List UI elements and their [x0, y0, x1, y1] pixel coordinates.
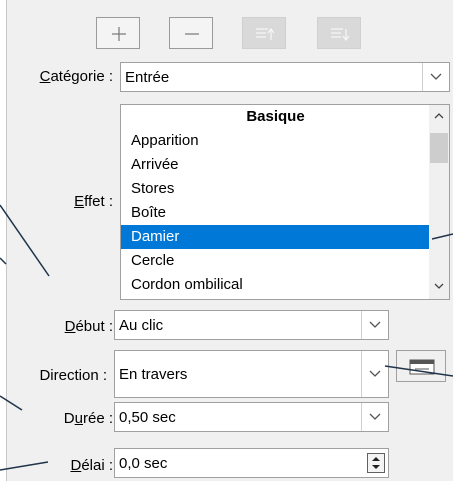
category-dropdown-button[interactable] — [422, 63, 449, 91]
move-down-button[interactable] — [317, 17, 361, 49]
effect-options-button[interactable] — [396, 350, 446, 382]
move-down-icon — [331, 28, 350, 41]
duration-value: 0,50 sec — [119, 409, 176, 426]
category-label: Catégorie : — [39, 68, 113, 85]
spin-arrows-icon — [372, 457, 380, 469]
start-select[interactable]: Au clic — [114, 310, 389, 340]
direction-value: En travers — [119, 366, 188, 383]
effect-group-header: Basique — [246, 108, 305, 125]
start-dropdown-button[interactable] — [361, 311, 388, 339]
delay-field[interactable]: 0,0 sec — [114, 448, 389, 478]
chevron-down-icon — [434, 283, 444, 289]
direction-select[interactable]: En travers — [114, 350, 389, 398]
scroll-down-button[interactable] — [429, 277, 449, 295]
minus-icon — [185, 33, 199, 35]
direction-label: Direction : — [39, 367, 107, 384]
chevron-down-icon — [369, 321, 381, 328]
start-value: Au clic — [119, 317, 164, 334]
duration-label: Durée : — [63, 410, 113, 427]
list-item[interactable]: Stores — [121, 177, 430, 201]
move-up-icon — [256, 28, 275, 40]
chevron-up-icon — [434, 113, 444, 119]
effect-list-scrollbar[interactable] — [429, 105, 449, 299]
add-effect-button[interactable] — [96, 17, 140, 49]
animation-panel: Catégorie : Entrée Effet : Basique Appar… — [6, 0, 453, 481]
effect-label: Effet : — [74, 193, 113, 210]
options-icon — [409, 359, 435, 375]
list-item-selected[interactable]: Damier — [121, 225, 430, 249]
list-item[interactable]: Cercle — [121, 249, 430, 273]
chevron-down-icon — [369, 370, 381, 377]
list-item[interactable]: Arrivée — [121, 153, 430, 177]
delay-label: Délai : — [70, 457, 113, 474]
chevron-down-icon — [369, 413, 381, 420]
direction-dropdown-button[interactable] — [361, 351, 388, 397]
scrollbar-thumb[interactable] — [430, 133, 448, 163]
list-item[interactable]: Boîte — [121, 201, 430, 225]
start-label: Début : — [64, 318, 113, 335]
chevron-down-icon — [430, 73, 442, 80]
scroll-up-button[interactable] — [429, 107, 449, 125]
plus-icon — [112, 27, 126, 41]
list-item[interactable]: Cordon ombilical — [121, 273, 430, 297]
move-up-button[interactable] — [242, 17, 286, 49]
delay-value: 0,0 sec — [119, 455, 168, 472]
effect-list[interactable]: Basique Apparition Arrivée Stores Boîte … — [120, 104, 450, 300]
duration-dropdown-button[interactable] — [361, 403, 388, 431]
category-value: Entrée — [125, 69, 170, 86]
category-select[interactable]: Entrée — [120, 62, 450, 92]
list-item[interactable]: Apparition — [121, 129, 430, 153]
remove-effect-button[interactable] — [169, 17, 213, 49]
delay-spin-button[interactable] — [367, 453, 385, 473]
duration-select[interactable]: 0,50 sec — [114, 402, 389, 432]
